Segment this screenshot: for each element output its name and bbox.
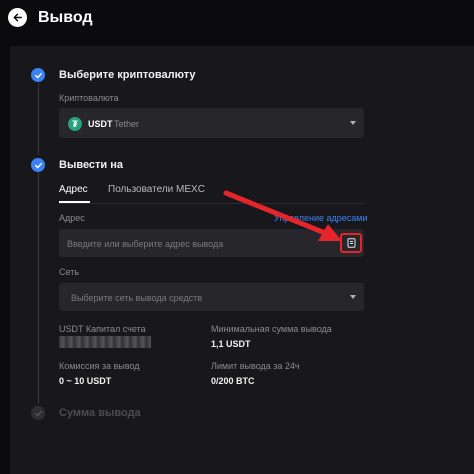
capital-value-blurred	[59, 336, 151, 348]
address-label: Адрес	[59, 213, 85, 223]
limit-value: 0/200 BTC	[211, 376, 255, 386]
step-1-title: Выберите криптовалюту	[59, 69, 196, 81]
coin-name: Tether	[114, 119, 140, 129]
chevron-down-icon	[350, 295, 356, 299]
address-book-icon	[347, 238, 355, 248]
tether-icon: ₮	[68, 117, 82, 131]
check-icon	[34, 162, 42, 168]
address-placeholder: Введите или выберите адрес вывода	[67, 239, 224, 249]
crypto-label: Криптовалюта	[59, 93, 119, 103]
capital-label: USDT Капитал счета	[59, 324, 146, 334]
tab-address[interactable]: Адрес	[59, 184, 88, 196]
active-tab-indicator	[59, 201, 90, 203]
header: Вывод	[0, 0, 474, 46]
tab-mexc-users[interactable]: Пользователи MEXC	[108, 184, 205, 196]
manage-addresses-link[interactable]: Управление адресами	[274, 212, 368, 224]
step-1-check	[31, 68, 45, 82]
fee-value: 0 ~ 10 USDT	[59, 376, 112, 386]
arrow-left-icon	[13, 13, 22, 22]
step-connector	[38, 172, 39, 404]
back-button[interactable]	[8, 8, 27, 27]
chevron-down-icon	[350, 121, 356, 125]
check-icon	[34, 410, 42, 416]
network-label: Сеть	[59, 267, 80, 277]
min-withdraw-label: Минимальная сумма вывода	[211, 324, 332, 334]
limit-label: Лимит вывода за 24ч	[211, 361, 300, 371]
step-connector	[38, 83, 39, 155]
page-title: Вывод	[38, 9, 93, 26]
min-withdraw-value: 1,1 USDT	[211, 339, 251, 349]
step-2-title: Вывести на	[59, 159, 124, 171]
fee-label: Комиссия за вывод	[59, 361, 140, 371]
step-3-title: Сумма вывода	[59, 407, 141, 419]
network-placeholder: Выберите сеть вывода средств	[71, 293, 203, 303]
step-2-check	[31, 158, 45, 172]
tabs-divider	[59, 203, 364, 204]
address-book-button[interactable]	[340, 233, 362, 253]
coin-ticker: USDT	[88, 119, 113, 129]
check-icon	[34, 72, 42, 78]
step-3-check	[31, 406, 45, 420]
